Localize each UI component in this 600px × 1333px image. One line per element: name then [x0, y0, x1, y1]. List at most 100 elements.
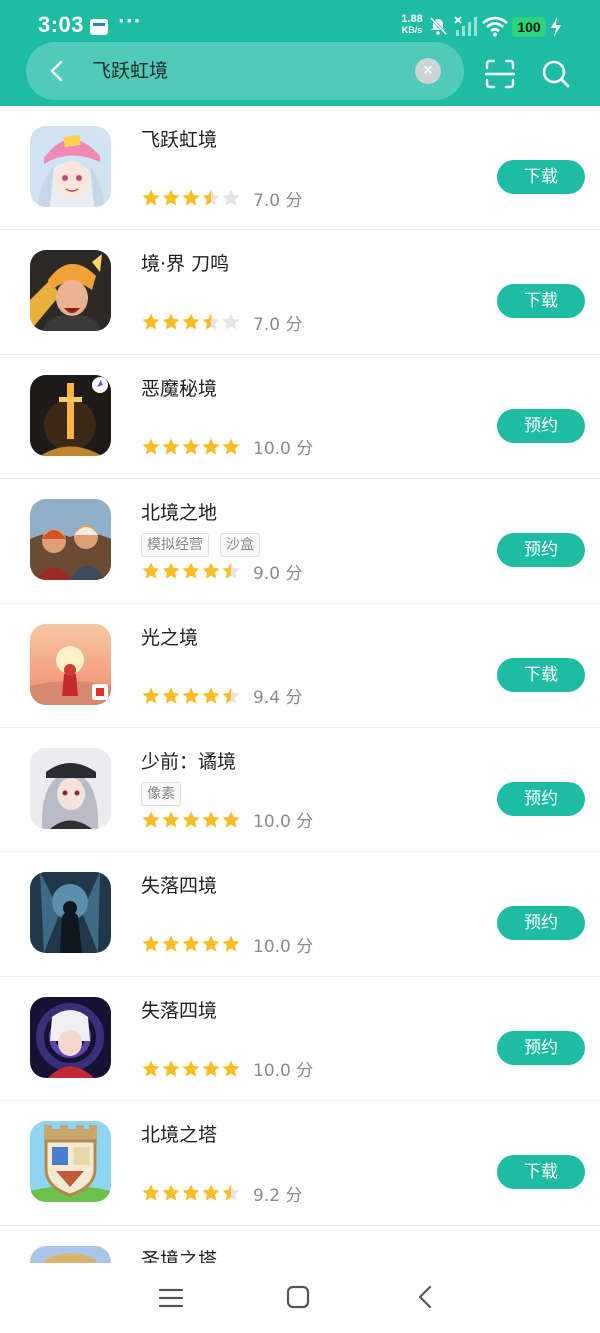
- silver-hair-officer-icon[interactable]: [30, 747, 111, 829]
- star-fill: [141, 188, 211, 208]
- star-fill: [141, 561, 231, 581]
- score-text: 9.4 分: [253, 688, 303, 709]
- result-item[interactable]: 境·界 刀鸣 7.0 分 下载: [0, 230, 600, 355]
- star-fill: [141, 1183, 231, 1203]
- app-name[interactable]: 恶魔秘境: [141, 374, 217, 401]
- viking-heroes-icon[interactable]: [30, 499, 111, 581]
- network-speed: 1.88 KB/s: [398, 13, 426, 36]
- reserve-button[interactable]: 预约: [497, 533, 585, 568]
- app-name[interactable]: 北境之塔: [141, 1120, 217, 1147]
- rating: 10.0 分: [141, 933, 314, 957]
- app-name[interactable]: 失落四境: [141, 996, 217, 1023]
- star-rating: [141, 561, 241, 581]
- rating: 9.0 分: [141, 560, 303, 584]
- rating: 9.2 分: [141, 1182, 303, 1206]
- home-icon[interactable]: [284, 1283, 312, 1311]
- result-item[interactable]: 光之境 9.4 分 下载: [0, 604, 600, 728]
- network-speed-value: 1.88: [401, 13, 423, 25]
- back-arrow-icon[interactable]: [40, 54, 74, 88]
- rating: 10.0 分: [141, 436, 314, 460]
- star-rating: [141, 1059, 241, 1079]
- star-rating: [141, 437, 241, 457]
- reserve-button[interactable]: 预约: [497, 408, 585, 443]
- scan-icon[interactable]: [484, 58, 516, 90]
- download-button[interactable]: 下载: [497, 160, 585, 194]
- download-button[interactable]: 下载: [497, 657, 585, 692]
- signal-icon: [454, 16, 477, 36]
- star-fill: [141, 312, 211, 332]
- result-item[interactable]: 北境之地 模拟经营 沙盒 9.0 分 预约: [0, 479, 600, 604]
- search-bar: ×: [26, 42, 464, 100]
- red-hood-sunset-icon[interactable]: [30, 623, 111, 705]
- score-text: 9.0 分: [253, 563, 303, 584]
- star-rating: [141, 934, 241, 954]
- download-button[interactable]: 下载: [497, 284, 585, 319]
- star-rating: [141, 312, 241, 332]
- castle-shield-icon[interactable]: [30, 1121, 111, 1203]
- app-name[interactable]: 境·界 刀鸣: [141, 249, 229, 276]
- star-rating: [141, 188, 241, 208]
- back-icon[interactable]: [412, 1283, 440, 1311]
- score-text: 10.0 分: [253, 1061, 314, 1082]
- charging-bolt-icon: [551, 17, 561, 37]
- score-text: 7.0 分: [253, 314, 303, 335]
- reserve-button[interactable]: 预约: [497, 906, 585, 941]
- wifi-icon: [482, 16, 508, 37]
- star-fill: [141, 810, 241, 830]
- score-text: 10.0 分: [253, 936, 314, 957]
- app-name[interactable]: 北境之地: [141, 498, 217, 525]
- download-button[interactable]: 下载: [497, 1155, 585, 1190]
- rating: 10.0 分: [141, 1058, 314, 1082]
- bell-muted-icon: [429, 16, 448, 36]
- dark-silhouette-icon[interactable]: [30, 872, 111, 954]
- app-name[interactable]: 失落四境: [141, 871, 217, 898]
- tag-list: 像素: [141, 781, 181, 806]
- star-rating: [141, 810, 241, 830]
- star-fill: [141, 934, 241, 954]
- search-results-screen: 3:03 ··· 1.88 KB/s 100 飞跃虹境 × 飞跃虹境 7.0 分…: [0, 0, 600, 1333]
- orange-hair-warrior-icon[interactable]: [30, 250, 111, 332]
- app-name[interactable]: 圣境之塔: [141, 1245, 217, 1263]
- star-rating: [141, 1183, 241, 1203]
- result-item[interactable]: 少前：谲境 像素 10.0 分 预约: [0, 728, 600, 853]
- white-hair-spiral-icon[interactable]: [30, 996, 111, 1078]
- reserve-button[interactable]: 预约: [497, 781, 585, 816]
- result-item[interactable]: 飞跃虹境 7.0 分 下载: [0, 106, 600, 231]
- result-item[interactable]: 圣境之塔: [0, 1226, 600, 1263]
- app-name[interactable]: 飞跃虹境: [141, 125, 217, 152]
- app-name[interactable]: 少前：谲境: [141, 747, 236, 774]
- glowing-sword-icon[interactable]: [30, 374, 111, 456]
- result-item[interactable]: 恶魔秘境 10.0 分 预约: [0, 355, 600, 480]
- star-fill: [141, 1059, 241, 1079]
- score-text: 9.2 分: [253, 1185, 303, 1206]
- score-text: 10.0 分: [253, 812, 314, 833]
- search-icon[interactable]: [540, 58, 572, 90]
- network-speed-unit: KB/s: [401, 25, 423, 35]
- score-text: 7.0 分: [253, 190, 303, 211]
- battery-level: 100: [512, 17, 546, 37]
- result-item[interactable]: 北境之塔 9.2 分 下载: [0, 1101, 600, 1226]
- sky-fantasy-icon[interactable]: [30, 1245, 111, 1263]
- score-text: 10.0 分: [253, 439, 314, 460]
- search-input[interactable]: [92, 52, 402, 90]
- rating: 10.0 分: [141, 809, 314, 833]
- anime-girl-pink-cap-icon[interactable]: [30, 126, 111, 207]
- tag[interactable]: 像素: [141, 781, 181, 806]
- reserve-button[interactable]: 预约: [497, 1030, 585, 1065]
- star-rating: [141, 686, 241, 706]
- notification-app-icon: [90, 19, 108, 35]
- clear-search-button[interactable]: ×: [415, 58, 441, 84]
- tag[interactable]: 沙盒: [220, 533, 260, 558]
- search-results-list: 飞跃虹境 7.0 分 下载 境·界 刀鸣 7.0 分 下载 恶魔秘境 10.0 …: [0, 106, 600, 1263]
- header: 3:03 ··· 1.88 KB/s 100 飞跃虹境 ×: [0, 0, 600, 106]
- tag[interactable]: 模拟经营: [141, 533, 209, 558]
- rating: 9.4 分: [141, 685, 303, 709]
- star-fill: [141, 437, 241, 457]
- rating: 7.0 分: [141, 187, 303, 211]
- system-nav-bar: [0, 1263, 600, 1333]
- app-name[interactable]: 光之境: [141, 623, 198, 650]
- result-item[interactable]: 失落四境 10.0 分 预约: [0, 977, 600, 1102]
- star-fill: [141, 686, 231, 706]
- result-item[interactable]: 失落四境 10.0 分 预约: [0, 852, 600, 977]
- menu-icon[interactable]: [157, 1285, 185, 1311]
